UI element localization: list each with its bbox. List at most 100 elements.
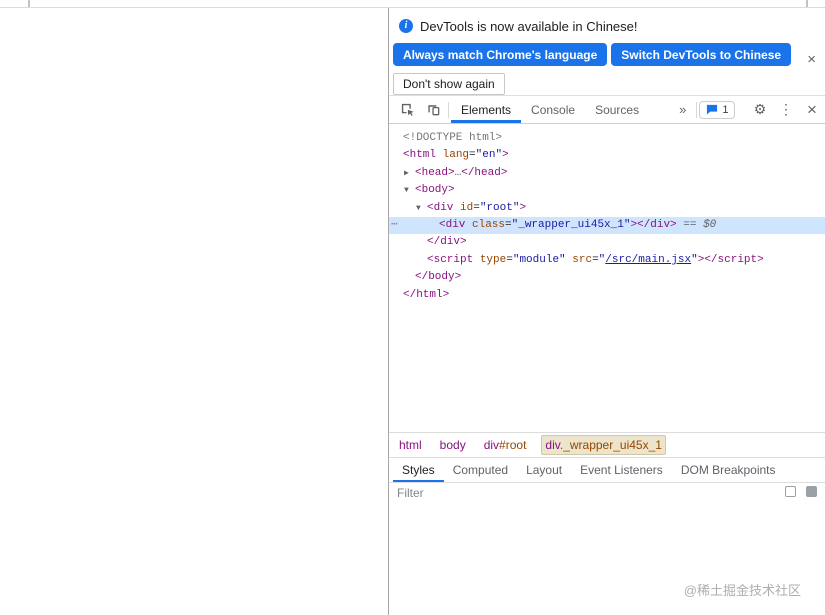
styles-filter-bar: Filter bbox=[389, 482, 825, 615]
switch-to-chinese-button[interactable]: Switch DevTools to Chinese bbox=[611, 43, 792, 66]
dom-tree-node[interactable]: ▶ <head>…</head> bbox=[389, 165, 825, 182]
browser-tab-separator bbox=[28, 0, 30, 7]
issues-bubble-icon bbox=[707, 104, 718, 115]
sidebar-tab-dom-breakpoints[interactable]: DOM Breakpoints bbox=[672, 458, 785, 482]
token-marker: == $0 bbox=[676, 218, 717, 231]
crumb-part: body bbox=[439, 438, 466, 453]
issues-counter[interactable]: 1 bbox=[699, 100, 736, 119]
device-toolbar-icon[interactable] bbox=[420, 96, 446, 123]
crumb-part: div bbox=[483, 438, 500, 453]
notification-message-row: i DevTools is now available in Chinese! bbox=[389, 16, 825, 36]
page-viewport bbox=[0, 8, 388, 615]
notification-close-icon[interactable]: × bbox=[807, 52, 816, 67]
dont-show-again-button[interactable]: Don't show again bbox=[393, 73, 505, 95]
token-attr: id bbox=[453, 201, 474, 214]
token-tag: ></div> bbox=[630, 218, 677, 231]
token-tag: <body> bbox=[415, 184, 455, 197]
crumb-part: #root bbox=[499, 438, 527, 453]
devtools-toolbar: Elements Console Sources » 1 ⚙ ⋮ × bbox=[389, 96, 825, 124]
crumb-part: div bbox=[545, 438, 560, 453]
close-devtools-icon[interactable]: × bbox=[799, 96, 825, 123]
dom-tree-node[interactable]: <html lang="en"> bbox=[389, 147, 825, 164]
token-tag: > bbox=[519, 201, 527, 214]
browser-tab-separator bbox=[806, 0, 808, 7]
dom-tree-node[interactable]: ▼ <div id="root"> bbox=[389, 200, 825, 217]
token-tag: </body> bbox=[415, 271, 462, 284]
token-eq: = bbox=[505, 218, 512, 231]
node-menu-icon[interactable]: ⋯ bbox=[391, 217, 398, 234]
sidebar-tab-strip: Styles Computed Layout Event Listeners DOM B… bbox=[389, 457, 825, 483]
notification-dismiss-row: Don't show again bbox=[389, 73, 825, 95]
token-val: "root" bbox=[479, 201, 520, 214]
dom-tree: <!DOCTYPE html> <html lang="en"> ▶ <head>…<… bbox=[389, 124, 825, 432]
notification-message: DevTools is now available in Chinese! bbox=[420, 18, 638, 34]
token-link: /src/main.jsx bbox=[605, 253, 692, 266]
sidebar-tab-computed[interactable]: Computed bbox=[444, 458, 517, 482]
token-val: "_wrapper_ui45x_1" bbox=[511, 218, 631, 231]
token-eq: = bbox=[506, 253, 513, 266]
devtools-tab-strip: Elements Console Sources bbox=[451, 96, 649, 123]
token-tag: <script bbox=[427, 253, 474, 266]
disclosure-arrow-icon[interactable]: ▼ bbox=[416, 200, 427, 217]
token-tag: <html bbox=[403, 149, 437, 162]
devtools-panel: i DevTools is now available in Chinese! … bbox=[388, 8, 825, 615]
breadcrumb-item[interactable]: body bbox=[437, 436, 469, 454]
notification-actions-row: Always match Chrome's language Switch De… bbox=[389, 43, 825, 66]
token-tag: </html> bbox=[403, 288, 450, 301]
token-eq: = bbox=[592, 253, 599, 266]
tab-console[interactable]: Console bbox=[521, 96, 585, 123]
kebab-menu-icon[interactable]: ⋮ bbox=[773, 96, 799, 123]
token-tag: <div bbox=[439, 218, 466, 231]
dom-tree-node[interactable]: </body> bbox=[389, 269, 825, 286]
dom-tree-node[interactable]: ⋯ <div class="_wrapper_ui45x_1"></div> ==… bbox=[389, 216, 825, 235]
match-language-button[interactable]: Always match Chrome's language bbox=[393, 43, 608, 66]
dom-tree-node[interactable]: <!DOCTYPE html> bbox=[389, 130, 825, 147]
token-tag: </head> bbox=[461, 166, 508, 179]
sidebar-tab-event-listeners[interactable]: Event Listeners bbox=[571, 458, 672, 482]
toolbar-right-icons: ⚙ ⋮ × bbox=[747, 96, 825, 123]
toolbar-separator bbox=[696, 101, 698, 118]
token-attr: class bbox=[465, 218, 506, 231]
disclosure-arrow-icon[interactable]: ▼ bbox=[404, 182, 415, 199]
element-state-icon[interactable] bbox=[785, 486, 796, 498]
tab-sources[interactable]: Sources bbox=[585, 96, 649, 123]
crumb-part: ._wrapper_ui45x_1 bbox=[559, 438, 662, 453]
token-tag: <head> bbox=[415, 166, 455, 179]
token-tag: </div> bbox=[427, 236, 467, 249]
token-val: "en" bbox=[475, 149, 503, 162]
crumb-part: html bbox=[399, 438, 422, 453]
dom-tree-node[interactable]: ▼ <body> bbox=[389, 182, 825, 199]
token-doctype: <!DOCTYPE html> bbox=[403, 132, 503, 144]
tab-elements[interactable]: Elements bbox=[451, 96, 522, 123]
token-attr: type bbox=[473, 253, 507, 266]
dom-tree-node[interactable]: </html> bbox=[389, 287, 825, 304]
dom-tree-node[interactable]: <script type="module" src="/src/main.jsx… bbox=[389, 252, 825, 269]
sidebar-tab-styles[interactable]: Styles bbox=[393, 458, 444, 483]
token-eq: = bbox=[473, 201, 480, 214]
token-val: " bbox=[691, 253, 698, 266]
filter-bar-icons bbox=[785, 486, 817, 498]
breadcrumb-item[interactable]: div#root bbox=[481, 436, 530, 454]
breadcrumb-item[interactable]: div._wrapper_ui45x_1 bbox=[541, 435, 666, 456]
token-tag: > bbox=[502, 149, 509, 162]
token-tag: <div bbox=[427, 201, 454, 214]
token-val: "module" bbox=[512, 253, 566, 266]
token-tag: ></script> bbox=[697, 253, 764, 266]
language-notification: i DevTools is now available in Chinese! … bbox=[389, 8, 825, 96]
info-icon: i bbox=[399, 19, 413, 33]
sidebar-tab-layout[interactable]: Layout bbox=[517, 458, 571, 482]
breadcrumb-bar: html body div#root div._wrapper_ui45x_1 bbox=[389, 432, 825, 457]
dom-tree-node[interactable]: </div> bbox=[389, 234, 825, 251]
settings-gear-icon[interactable]: ⚙ bbox=[747, 96, 773, 123]
class-toggle-icon[interactable] bbox=[806, 486, 817, 498]
token-attr: lang bbox=[436, 149, 470, 162]
token-attr: src bbox=[565, 253, 593, 266]
styles-filter-input[interactable]: Filter bbox=[397, 486, 424, 500]
toolbar-separator bbox=[448, 101, 449, 118]
inspect-element-icon[interactable] bbox=[394, 96, 420, 123]
token-eq: = bbox=[469, 149, 476, 162]
disclosure-arrow-icon[interactable]: ▶ bbox=[404, 165, 415, 182]
issues-count-label: 1 bbox=[722, 103, 729, 116]
more-tabs-icon[interactable]: » bbox=[671, 96, 694, 123]
breadcrumb-item[interactable]: html bbox=[396, 436, 425, 454]
